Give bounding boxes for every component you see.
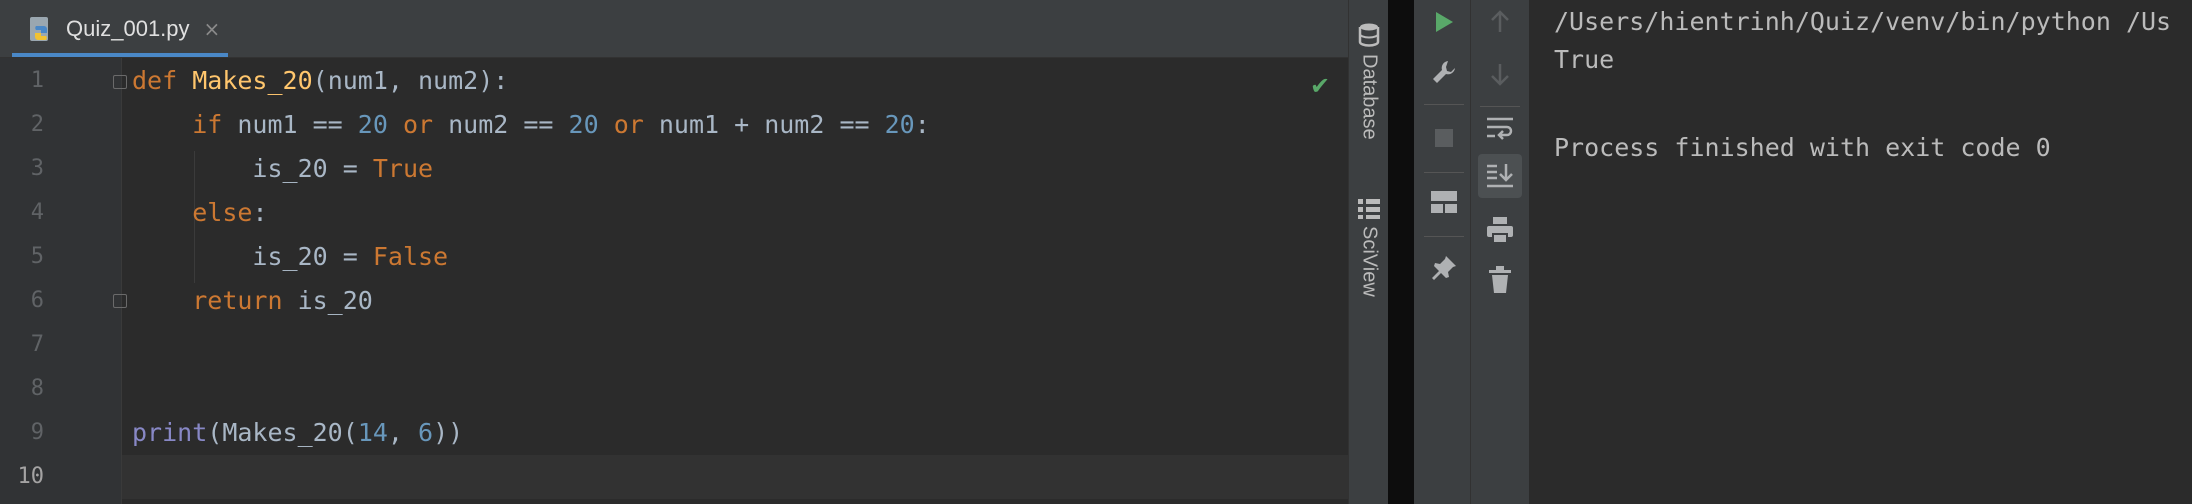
line-number-current: 10 [17, 464, 45, 489]
previous-occurrence-button[interactable] [1478, 0, 1522, 44]
database-icon [1358, 23, 1380, 47]
console-command-line: /Users/hientrinh/Quiz/venv/bin/python /U… [1554, 7, 2172, 36]
next-occurrence-button[interactable] [1478, 52, 1522, 96]
tab-file-name: Quiz_001.py [66, 15, 190, 41]
python-file-icon [30, 16, 48, 41]
line-number: 3 [30, 156, 44, 181]
code-line-2[interactable]: if num1 == 20 or num2 == 20 or num1 + nu… [132, 103, 930, 147]
line-number: 8 [30, 376, 44, 401]
current-line-highlight [122, 455, 1348, 499]
edit-configuration-button[interactable] [1422, 50, 1466, 94]
line-number: 1 [30, 68, 44, 93]
soft-wrap-button[interactable] [1478, 106, 1522, 150]
sciview-tool-label: SciView [1358, 226, 1381, 297]
gutter-separator [121, 58, 122, 504]
run-console-panel [1414, 0, 2192, 504]
print-icon [1487, 217, 1513, 244]
code-line-4[interactable]: else: [132, 191, 267, 235]
pin-tab-button[interactable] [1422, 246, 1466, 290]
console-exit-message: Process finished with exit code 0 [1554, 133, 2051, 162]
down-arrow-icon [1491, 64, 1509, 86]
rerun-button[interactable] [1422, 0, 1466, 44]
console-output-line: True [1554, 45, 1615, 74]
line-number-gutter: 1 2 3 4 5 6 7 8 9 10 [0, 58, 122, 504]
toolbar-separator [1424, 172, 1464, 173]
scroll-to-end-button[interactable] [1478, 154, 1522, 198]
clear-all-button[interactable] [1478, 258, 1522, 302]
code-line-3[interactable]: is_20 = True [132, 147, 433, 191]
wrench-icon [1433, 61, 1455, 83]
inspection-ok-icon[interactable]: ✔ [1310, 72, 1330, 100]
editor-tab-bar: Quiz_001.py × [0, 0, 1348, 58]
editor-pane: Quiz_001.py × 1 2 3 4 5 6 7 8 9 10 def M… [0, 0, 1348, 504]
stop-button[interactable] [1422, 116, 1466, 160]
pane-divider[interactable] [1388, 0, 1414, 504]
line-number: 5 [30, 244, 44, 269]
code-line-1[interactable]: def Makes_20(num1, num2): [132, 59, 508, 103]
line-number: 6 [30, 288, 44, 313]
fold-marker-icon[interactable] [113, 294, 127, 308]
pin-icon [1432, 256, 1456, 280]
stop-icon [1435, 129, 1453, 147]
close-tab-icon[interactable]: × [204, 17, 221, 41]
database-tool-label: Database [1358, 54, 1381, 140]
sciview-icon [1358, 199, 1380, 219]
database-tool-button[interactable]: Database [1353, 22, 1385, 140]
tab-quiz-001[interactable]: Quiz_001.py × [6, 0, 228, 57]
line-number: 9 [30, 420, 44, 445]
layout-icon [1431, 191, 1457, 213]
line-number: 4 [30, 200, 44, 225]
line-number: 2 [30, 112, 44, 137]
restore-layout-button[interactable] [1422, 180, 1466, 224]
run-icon [1436, 12, 1453, 32]
print-button[interactable] [1478, 208, 1522, 252]
right-tool-window-bar: Database SciView [1348, 0, 1389, 504]
active-tab-indicator [12, 53, 228, 57]
code-line-9[interactable]: print(Makes_20(14, 6)) [132, 411, 463, 455]
fold-marker-icon[interactable] [113, 75, 127, 89]
toolbar-separator [1424, 104, 1464, 105]
up-arrow-icon [1491, 10, 1509, 32]
trash-icon [1489, 266, 1511, 293]
code-line-6[interactable]: return is_20 [132, 279, 373, 323]
soft-wrap-icon [1487, 117, 1513, 140]
scroll-to-end-icon [1487, 164, 1513, 188]
line-number: 7 [30, 332, 44, 357]
toolbar-separator [1424, 236, 1464, 237]
sciview-tool-button[interactable]: SciView [1353, 198, 1385, 297]
code-line-5[interactable]: is_20 = False [132, 235, 448, 279]
